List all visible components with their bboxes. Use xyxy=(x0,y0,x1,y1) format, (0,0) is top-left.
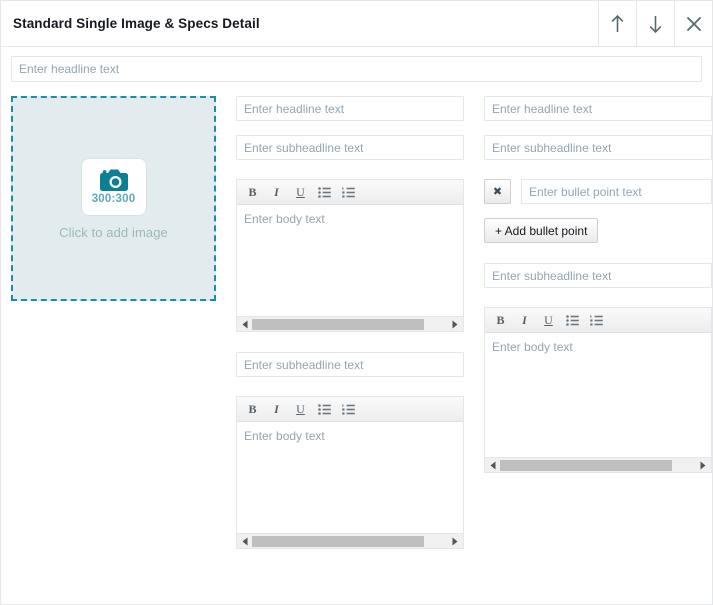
bold-button[interactable]: B xyxy=(242,399,263,420)
numbered-list-icon xyxy=(342,403,355,415)
numbered-list-button[interactable] xyxy=(586,310,607,331)
right-body-textarea[interactable]: Enter body text xyxy=(485,333,711,457)
bulleted-list-button[interactable] xyxy=(562,310,583,331)
remove-bullet-button[interactable]: ✖ xyxy=(484,179,511,204)
scroll-right-icon[interactable] xyxy=(448,537,462,546)
right-column: Enter headline text Enter subheadline te… xyxy=(484,96,712,473)
italic-button[interactable]: I xyxy=(514,310,535,331)
numbered-list-icon xyxy=(342,186,355,198)
arrow-up-icon xyxy=(609,14,626,34)
bold-button[interactable]: B xyxy=(242,182,263,203)
middle-subheadline-input[interactable]: Enter subheadline text xyxy=(236,135,464,160)
bullet-point-row: ✖ Enter bullet point text xyxy=(484,179,712,204)
scroll-left-icon[interactable] xyxy=(486,461,500,470)
underline-button[interactable]: U xyxy=(538,310,559,331)
underline-button[interactable]: U xyxy=(290,182,311,203)
middle-subheadline-2-input[interactable]: Enter subheadline text xyxy=(236,352,464,377)
right-editor-hscrollbar[interactable] xyxy=(485,457,711,472)
middle-column: Enter headline text Enter subheadline te… xyxy=(236,96,464,549)
header-actions xyxy=(598,1,712,46)
scroll-thumb[interactable] xyxy=(252,318,425,330)
top-headline-input[interactable]: Enter headline text xyxy=(11,56,702,82)
scroll-thumb[interactable] xyxy=(500,459,673,471)
underline-button[interactable]: U xyxy=(290,399,311,420)
middle-headline-input[interactable]: Enter headline text xyxy=(236,96,464,121)
bold-button[interactable]: B xyxy=(490,310,511,331)
bulleted-list-icon xyxy=(318,403,331,415)
camera-icon xyxy=(98,168,130,193)
numbered-list-button[interactable] xyxy=(338,399,359,420)
image-dropzone[interactable]: 300:300 Click to add image xyxy=(11,96,216,301)
bulleted-list-button[interactable] xyxy=(314,182,335,203)
move-up-button[interactable] xyxy=(598,1,636,46)
scroll-right-icon[interactable] xyxy=(448,320,462,329)
italic-button[interactable]: I xyxy=(266,182,287,203)
right-body-editor: B I U Enter body text xyxy=(484,307,712,473)
arrow-down-icon xyxy=(647,14,664,34)
right-subheadline-2-input[interactable]: Enter subheadline text xyxy=(484,263,712,288)
scroll-track[interactable] xyxy=(500,459,696,471)
middle-body-textarea[interactable]: Enter body text xyxy=(237,205,463,316)
columns-container: 300:300 Click to add image Enter headlin… xyxy=(11,96,712,549)
bulleted-list-icon xyxy=(566,314,579,326)
editor-toolbar: B I U xyxy=(237,397,463,422)
scroll-track[interactable] xyxy=(252,318,448,330)
bulleted-list-icon xyxy=(318,186,331,198)
middle-body-editor: B I U Enter body text xyxy=(236,179,464,332)
scroll-left-icon[interactable] xyxy=(238,320,252,329)
image-placeholder-thumb: 300:300 xyxy=(80,157,147,216)
numbered-list-button[interactable] xyxy=(338,182,359,203)
middle-body-editor-2: B I U Enter body text xyxy=(236,396,464,549)
italic-button[interactable]: I xyxy=(266,399,287,420)
page-title: Standard Single Image & Specs Detail xyxy=(13,16,260,31)
module-header: Standard Single Image & Specs Detail xyxy=(1,1,712,47)
image-cta-label: Click to add image xyxy=(59,224,168,240)
image-column: 300:300 Click to add image xyxy=(11,96,216,301)
bulleted-list-button[interactable] xyxy=(314,399,335,420)
right-subheadline-input[interactable]: Enter subheadline text xyxy=(484,135,712,160)
module-body: Enter headline text 300:300 Click to add… xyxy=(1,47,712,549)
bullet-point-input[interactable]: Enter bullet point text xyxy=(521,179,712,204)
scroll-track[interactable] xyxy=(252,535,448,547)
close-icon xyxy=(685,15,703,33)
move-down-button[interactable] xyxy=(636,1,674,46)
close-button[interactable] xyxy=(674,1,712,46)
right-headline-input[interactable]: Enter headline text xyxy=(484,96,712,121)
middle-body-textarea-2[interactable]: Enter body text xyxy=(237,422,463,533)
scroll-right-icon[interactable] xyxy=(696,461,710,470)
scroll-left-icon[interactable] xyxy=(238,537,252,546)
middle-editor-2-hscrollbar[interactable] xyxy=(237,533,463,548)
add-bullet-point-button[interactable]: + Add bullet point xyxy=(484,218,599,243)
content-module-card: Standard Single Image & Specs Detail Ent… xyxy=(0,0,713,605)
editor-toolbar: B I U xyxy=(237,180,463,205)
numbered-list-icon xyxy=(590,314,603,326)
image-ratio-label: 300:300 xyxy=(91,192,136,205)
editor-toolbar: B I U xyxy=(485,308,711,333)
scroll-thumb[interactable] xyxy=(252,535,425,547)
middle-editor-hscrollbar[interactable] xyxy=(237,316,463,331)
